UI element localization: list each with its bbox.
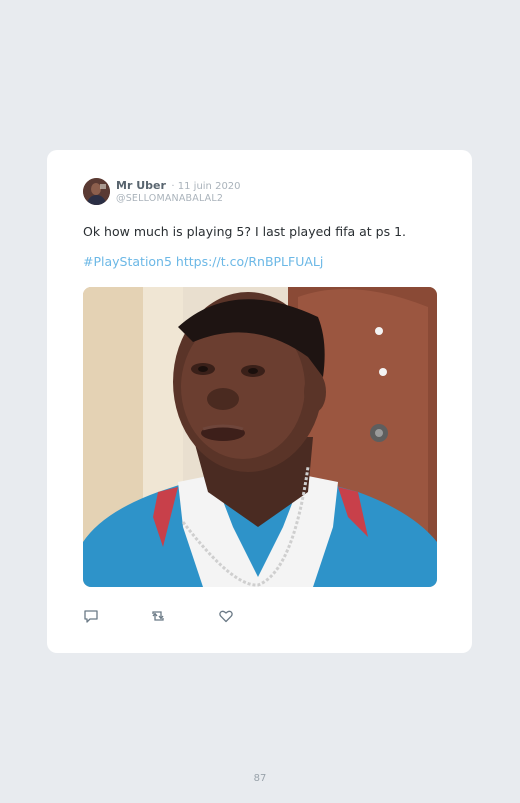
url-link[interactable]: https://t.co/RnBPLFUALj [176,254,323,269]
author-handle[interactable]: @SELLOMANABALAL2 [116,193,223,204]
tweet-links: #PlayStation5 https://t.co/RnBPLFUALj [83,254,323,269]
heart-icon[interactable] [218,608,236,626]
author-line: Mr Uber · 11 juin 2020 [116,179,241,194]
page-number: 87 [253,773,267,784]
hashtag-link[interactable]: #PlayStation5 [83,254,172,269]
tweet-date[interactable]: · 11 juin 2020 [171,181,240,192]
author-name[interactable]: Mr Uber [116,179,166,192]
tweet-media-photo[interactable] [83,287,437,587]
retweet-icon[interactable] [150,608,168,626]
reply-icon[interactable] [83,608,101,626]
tweet-text: Ok how much is playing 5? I last played … [83,224,407,239]
tweet-card: Mr Uber · 11 juin 2020 @SELLOMANABALAL2 … [47,150,472,653]
tweet-actions [83,608,283,626]
avatar[interactable] [83,178,110,205]
